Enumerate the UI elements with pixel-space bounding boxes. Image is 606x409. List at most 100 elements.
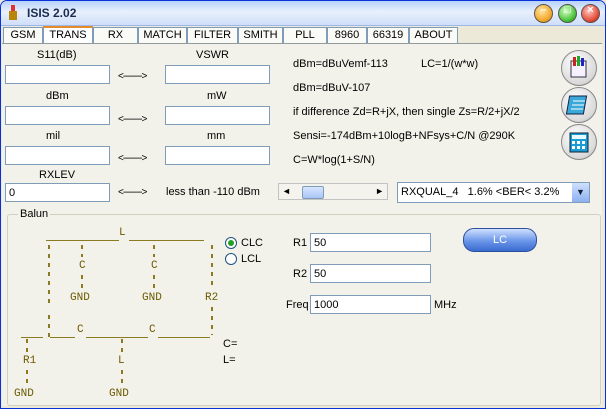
formula-lc: LC=1/(w*w) [421,58,479,70]
circuit-wire [121,370,123,386]
circuit-gnd3: GND [14,388,34,400]
formula-sensitivity: Sensi=-174dBm+10logB+NFsys+C/N @290K [293,130,516,142]
mw-input[interactable] [165,106,270,125]
dropdown-arrow-icon[interactable]: ▼ [572,183,589,202]
clc-radio[interactable] [225,237,237,249]
circuit-wire [81,245,83,257]
r1-input[interactable] [310,233,431,252]
dbm-input[interactable] [5,106,110,125]
s11-label: S11(dB) [37,49,77,61]
freq-label: Freq [286,299,309,311]
lcl-radio[interactable] [225,253,237,265]
mil-mm-arrow: <--------> [118,153,147,164]
tab-rx[interactable]: RX [93,27,138,43]
c-output: C= [223,338,238,350]
rxqual-slider[interactable]: ◄ ► [278,183,388,200]
formula-impedance: if difference Zd=R+jX, then single Zs=R/… [293,106,520,118]
tab-smith[interactable]: SMITH [238,27,283,43]
rxqual-selected: RXQUAL_4 1.6% <BER< 3.2% [401,186,560,198]
keypad-button[interactable] [561,124,597,160]
circuit-wire [48,245,50,305]
lc-calculate-button[interactable]: LC [463,228,537,252]
trans-panel: S11(dB) VSWR <--------> dBm mW <--------… [2,43,602,406]
calculator-button[interactable] [561,50,597,86]
tab-filter[interactable]: FILTER [187,27,238,43]
window-title: ISIS 2.02 [27,6,77,20]
circuit-wire [21,337,43,338]
circuit-wire [153,275,155,289]
r1-label: R1 [293,237,308,249]
mm-label: mm [207,130,226,142]
mil-input[interactable] [5,146,110,165]
circuit-wire [26,370,28,386]
close-icon: × [587,4,594,16]
mil-label: mil [46,130,61,142]
maximize-button[interactable]: □ [558,4,577,23]
circuit-wire [86,337,148,338]
freq-input[interactable] [310,295,431,314]
rxlev-result: less than -110 dBm [166,186,260,198]
minimize-icon: – [540,4,547,16]
close-button[interactable]: × [581,4,600,23]
tab-pll[interactable]: PLL [283,27,327,43]
slider-thumb[interactable] [302,186,325,199]
mm-input[interactable] [165,146,270,165]
title-bar[interactable]: ISIS 2.02 – □ × [1,1,605,26]
calculator-icon [570,56,587,78]
circuit-gnd1: GND [70,292,90,304]
s11-input[interactable] [5,65,110,84]
tab-gsm[interactable]: GSM [3,27,43,43]
clc-label[interactable]: CLC [241,237,263,249]
formula-dbuvemf: dBm=dBuVemf-113 [293,58,388,70]
vswr-label: VSWR [196,49,229,61]
circuit-wire [211,307,213,335]
r2-label: R2 [293,268,308,280]
freq-unit: MHz [434,299,457,311]
formula-dbuv: dBm=dBuV-107 [293,82,371,94]
app-window: ISIS 2.02 – □ × GSM TRANS RX MATCH FILTE… [0,0,606,409]
rxlev-input[interactable] [5,183,110,202]
circuit-wire [26,339,28,353]
balun-title: Balun [18,208,51,220]
tab-match[interactable]: MATCH [138,27,187,43]
minimize-button[interactable]: – [534,4,553,23]
scroll-right-icon[interactable]: ► [375,186,384,196]
notebook-button[interactable] [561,87,597,123]
l-output: L= [223,354,236,366]
circuit-wire [158,337,210,338]
formula-shannon: C=W*log(1+S/N) [293,154,375,166]
circuit-r1: R1 [23,355,37,367]
circuit-c4: C [149,324,156,336]
circuit-wire [46,240,119,241]
circuit-l-bottom: L [118,355,125,367]
circuit-wire [211,245,213,287]
circuit-wire [121,339,123,353]
r2-input[interactable] [310,264,431,283]
circuit-l-top: L [119,227,126,239]
mw-label: mW [207,90,227,102]
circuit-wire [48,315,50,337]
s11-vswr-arrow: <--------> [118,71,147,82]
app-icon [9,5,17,20]
circuit-c1: C [79,260,86,272]
notebook-icon [565,95,588,115]
maximize-icon: □ [564,4,571,16]
circuit-wire [50,337,75,338]
circuit-c3: C [77,324,84,336]
rxqual-dropdown[interactable]: RXQUAL_4 1.6% <BER< 3.2% ▼ [397,182,590,203]
circuit-wire [129,240,204,241]
rxlev-label: RXLEV [39,169,76,181]
tab-8960[interactable]: 8960 [327,27,367,43]
lcl-label[interactable]: LCL [241,253,261,265]
tab-about[interactable]: ABOUT [409,27,458,43]
rxlev-arrow: <--------> [118,187,147,198]
vswr-input[interactable] [165,65,270,84]
circuit-gnd4: GND [109,388,129,400]
keypad-icon [569,132,589,153]
dbm-label: dBm [46,90,69,102]
dbm-mw-arrow: <--------> [118,114,147,125]
scroll-left-icon[interactable]: ◄ [282,186,291,196]
tab-66319[interactable]: 66319 [367,27,409,43]
circuit-gnd2: GND [142,292,162,304]
circuit-wire [81,275,83,289]
